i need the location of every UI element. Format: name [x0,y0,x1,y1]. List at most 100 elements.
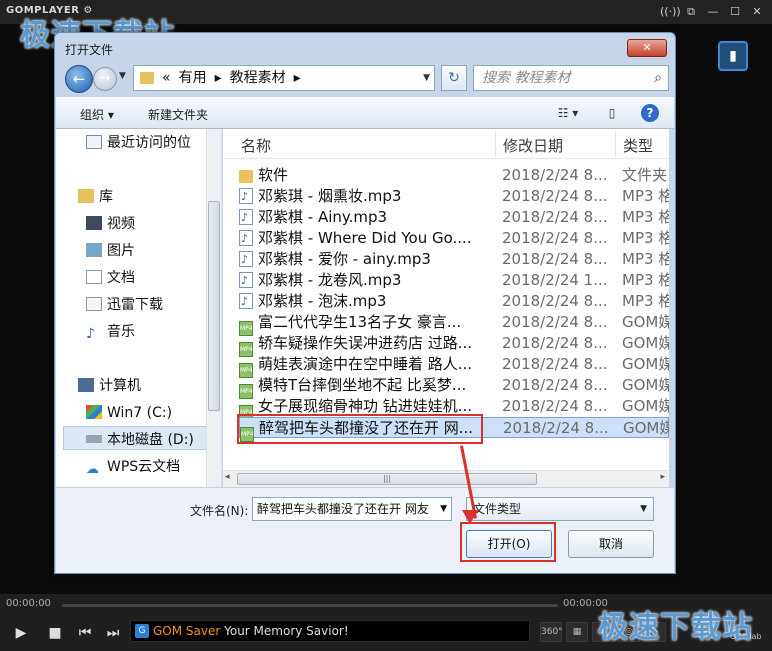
address-bar[interactable]: « 有用 ▸ 教程素材 ▸ ▼ [133,65,435,91]
breadcrumb-sep-icon[interactable]: ▸ [294,66,301,90]
scroll-left-icon[interactable]: ◂ [225,472,230,482]
previous-icon[interactable]: ⏮ [74,622,96,644]
seek-bar[interactable] [62,604,558,607]
col-name[interactable]: 名称 [241,135,271,156]
history-dropdown-icon[interactable]: ▼ [119,71,131,81]
gom-saver-banner[interactable]: G GOM Saver Your Memory Savior! [130,620,530,642]
file-row[interactable]: 邓紫棋 - 泡沫.mp3 2018/2/24 8... MP3 格式 [239,291,669,312]
address-prefix[interactable]: « [162,66,171,90]
file-type: 文件夹 [622,166,668,184]
gom-saver-icon: G [135,624,149,638]
file-row[interactable]: MP4富二代代孕生13名子女 豪言...2018/2/24 8...GOM媒体 [239,312,669,336]
file-date: 2018/2/24 8... [502,208,608,226]
close-icon[interactable]: ✕ [748,3,766,21]
nav-item-drive-d[interactable]: 本地磁盘 (D:) [86,429,194,451]
open-button[interactable]: 打开(O) [466,530,552,558]
forward-arrow-icon[interactable]: → [93,67,117,91]
file-row[interactable]: MP4女子展现缩骨神功 钻进娃娃机...2018/2/24 8...GOM媒体 [239,396,669,420]
filename-input[interactable]: 醉驾把车头都撞没了还在开 网友 ▼ [252,497,452,521]
filetype-dropdown-icon[interactable]: ▼ [640,498,647,520]
minimize-icon[interactable]: — [704,3,722,21]
filetype-select[interactable]: 文件类型 ▼ [466,497,654,521]
download-icon [86,297,102,311]
col-type[interactable]: 类型 [623,135,653,156]
file-row[interactable]: 邓紫棋 - Ainy.mp3 2018/2/24 8... MP3 格式 [239,207,669,228]
horizontal-scrollbar[interactable]: ◂ ||| ▸ [223,470,669,487]
column-divider[interactable] [615,131,616,157]
file-row-selected[interactable]: MP4 醉驾把车头都撞没了还在开 网... 2018/2/24 8... GOM媒体 [239,417,669,442]
organize-button[interactable]: 组织 ▾ [80,106,114,123]
file-row[interactable]: MP4模特T台摔倒坐地不起 比奚梦...2018/2/24 8...GOM媒体 [239,375,669,399]
file-row[interactable]: 邓紫棋 - 爱你 - ainy.mp3 2018/2/24 8... MP3 格式 [239,249,669,270]
back-arrow-icon[interactable]: ← [65,65,93,93]
nav-item-drive-c[interactable]: Win7 (C:) [86,402,172,424]
file-type: MP3 格式 [622,292,669,310]
search-input[interactable]: 搜索 教程素材 ⌕ [473,65,669,91]
open-file-dialog: 打开文件 ✕ ← → ▼ « 有用 ▸ 教程素材 ▸ ▼ ↻ 搜索 教程素材 ⌕… [54,32,676,574]
file-row[interactable]: MP4萌娃表演途中在空中睡着 路人...2018/2/24 8...GOM媒体 [239,354,669,378]
search-icon[interactable]: ⌕ [654,66,662,90]
saver-tagline: Your Memory Savior! [220,624,349,638]
maximize-icon[interactable]: ☐ [726,3,744,21]
filetype-value: 文件类型 [473,502,522,516]
video-file-icon: MP4 [240,427,254,442]
audio-file-icon [239,186,253,207]
vr360-button[interactable]: 360° [540,622,563,642]
navigation-scroll-thumb[interactable] [208,201,220,411]
breadcrumb-youyong[interactable]: 有用 [179,66,207,90]
nav-item-music[interactable]: ♪ 音乐 [86,321,135,343]
watermark-bottom: 极速下载站 [598,610,753,645]
audio-file-icon [239,249,253,270]
file-date: 2018/2/24 8... [502,397,608,415]
dialog-close-button[interactable]: ✕ [627,39,667,57]
sd-card-icon[interactable]: ▮ [718,41,748,71]
pip-icon[interactable]: ⧉ [682,3,700,21]
file-row[interactable]: 邓紫琪 - 烟熏妆.mp3 2018/2/24 8... MP3 格式 [239,186,669,207]
scroll-right-icon[interactable]: ▸ [660,472,665,482]
nav-label: 图片 [107,243,135,259]
horizontal-scroll-thumb[interactable]: ||| [237,473,537,485]
refresh-icon[interactable]: ↻ [441,65,467,91]
next-icon[interactable]: ⏭ [102,622,124,644]
file-row[interactable]: MP4轿车疑操作失误冲进药店 过路...2018/2/24 8...GOM媒体 [239,333,669,357]
file-type: GOM媒体 [622,313,669,331]
new-folder-button[interactable]: 新建文件夹 [148,106,208,123]
file-type: GOM媒体 [623,419,669,437]
equalizer-button[interactable]: ▦ [566,622,588,642]
file-name: 邓紫琪 - 烟熏妆.mp3 [258,187,402,205]
file-row[interactable]: 软件 2018/2/24 8... 文件夹 [239,165,669,186]
play-icon[interactable]: ▶ [10,622,32,644]
file-row[interactable]: 邓紫棋 - Where Did You Go.... 2018/2/24 8...… [239,228,669,249]
nav-item-wps-cloud[interactable]: ☁ WPS云文档 [86,456,180,478]
dialog-footer: 文件名(N): 醉驾把车头都撞没了还在开 网友 ▼ 文件类型 ▼ 打开(O) 取… [56,487,674,573]
col-date[interactable]: 修改日期 [503,135,563,156]
nav-item-documents[interactable]: 文档 [86,267,135,289]
view-options-icon[interactable]: ☷ ▾ [548,104,588,122]
nav-item-computer[interactable]: 计算机 [78,375,141,397]
breadcrumb-sep-icon[interactable]: ▸ [215,66,222,90]
column-divider[interactable] [495,131,496,157]
nav-item-xunlei[interactable]: 迅雷下载 [86,294,163,316]
breadcrumb-jiaochengsucai[interactable]: 教程素材 [230,66,286,90]
file-name: 女子展现缩骨神功 钻进娃娃机... [258,397,473,415]
stop-icon[interactable]: ■ [44,622,66,644]
audio-file-icon [239,207,253,228]
file-date: 2018/2/24 8... [502,292,608,310]
preview-pane-icon[interactable]: ▯ [602,104,622,122]
cancel-button[interactable]: 取消 [568,530,654,558]
nav-item-pictures[interactable]: 图片 [86,240,135,262]
file-row[interactable]: 邓紫棋 - 龙卷风.mp3 2018/2/24 1... MP3 格式 [239,270,669,291]
nav-label: 迅雷下载 [107,297,163,313]
help-icon[interactable]: ? [641,104,659,122]
file-type: MP3 格式 [622,229,669,247]
nav-item-video[interactable]: 视频 [86,213,135,235]
nav-item-library[interactable]: 库 [78,186,113,208]
music-icon: ♪ [86,326,95,342]
navigation-pane: 最近访问的位 库 视频 图片 文档 迅雷下载 ♪ 音乐 计算机 Win7 (C:)… [56,129,222,487]
file-type: GOM媒体 [622,355,669,373]
filename-dropdown-icon[interactable]: ▼ [440,498,447,520]
audio-wave-icon[interactable]: ((·)) [660,3,681,21]
address-dropdown-icon[interactable]: ▼ [423,66,430,90]
nav-item-recent[interactable]: 最近访问的位 [86,132,191,154]
annotation-arrow-head [462,510,478,524]
